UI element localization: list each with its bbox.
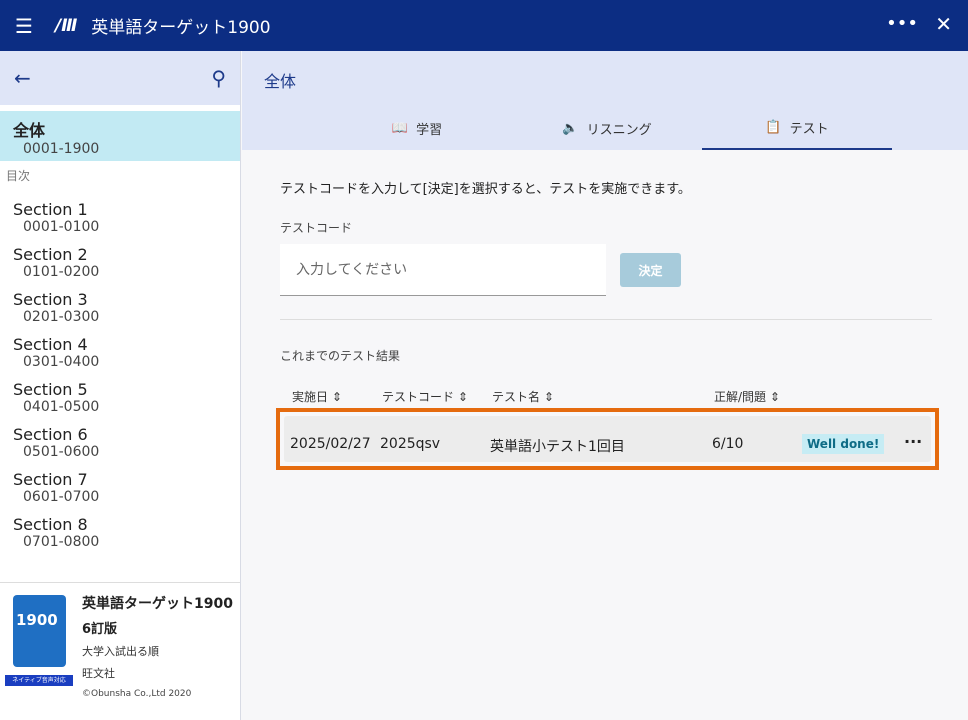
clipboard-check-icon: 📋 [765,120,781,135]
column-header-name[interactable]: テスト名 ⇕ [492,388,554,405]
item-range: 0601-0700 [23,489,227,505]
item-range: 0001-1900 [23,141,227,157]
item-name: Section 2 [13,245,227,264]
tab-listening[interactable]: 🔈 リスニング [512,107,702,150]
cell-name: 英単語小テスト1回目 [490,436,625,456]
book-subtitle: 大学入試出る順 [82,643,233,659]
sidebar-item-section[interactable]: Section 80701-0800 [0,509,240,554]
column-header-code[interactable]: テストコード ⇕ [382,388,468,405]
test-code-label: テストコード [280,219,352,236]
item-name: Section 4 [13,335,227,354]
speaker-icon: 🔈 [562,121,578,136]
column-header-score[interactable]: 正解/問題 ⇕ [714,388,780,405]
item-range: 0501-0600 [23,444,227,460]
item-name: Section 6 [13,425,227,444]
sidebar-item-section[interactable]: Section 20101-0200 [0,239,240,284]
more-options-icon[interactable]: ••• [886,13,918,34]
book-icon: 📖 [392,121,408,136]
title-bar: ☰ /Ⅲ 英単語ターゲット1900 ••• ✕ [0,0,968,51]
item-name: Section 1 [13,200,227,219]
main-panel: 全体 📖 学習 🔈 リスニング 📋 テスト テストコードを入力して[決定]を選択すると… [242,51,968,720]
item-name: 全体 [13,117,227,141]
sidebar-item-section[interactable]: Section 40301-0400 [0,329,240,374]
item-range: 0301-0400 [23,354,227,370]
results-label: これまでのテスト結果 [280,347,400,364]
cell-date: 2025/02/27 [290,436,371,452]
tab-label: リスニング [587,119,652,138]
tab-label: 学習 [416,119,442,138]
item-name: Section 5 [13,380,227,399]
page-title: 全体 [264,68,296,92]
tab-test[interactable]: 📋 テスト [702,107,892,150]
item-range: 0101-0200 [23,264,227,280]
cover-number: 1900 [16,611,58,629]
sidebar-item-section[interactable]: Section 10001-0100 [0,194,240,239]
table-row[interactable]: 2025/02/27 2025qsv 英単語小テスト1回目 6/10 Well … [276,408,939,470]
item-range: 0401-0500 [23,399,227,415]
section-list[interactable]: 全体 0001-1900 目次 Section 10001-0100Sectio… [0,111,240,582]
cell-code: 2025qsv [380,436,440,452]
sidebar: ← ⚲ 全体 0001-1900 目次 Section 10001-0100Se… [0,51,241,720]
item-range: 0701-0800 [23,534,227,550]
native-audio-badge: ネイティブ音声対応 [5,675,73,686]
item-range: 0001-0100 [23,219,227,235]
sidebar-item-all[interactable]: 全体 0001-1900 [0,111,240,161]
item-name: Section 7 [13,470,227,489]
book-cover-image: 1900 [13,595,66,667]
item-range: 0201-0300 [23,309,227,325]
close-icon[interactable]: ✕ [935,12,952,36]
tab-label: テスト [790,118,829,137]
divider [280,319,932,320]
column-header-date[interactable]: 実施日 ⇕ [292,388,342,405]
book-edition: 6訂版 [82,618,233,637]
sidebar-item-section[interactable]: Section 60501-0600 [0,419,240,464]
hamburger-menu-icon[interactable]: ☰ [15,14,35,38]
search-icon[interactable]: ⚲ [211,66,226,90]
toc-label: 目次 [0,161,240,194]
back-arrow-icon[interactable]: ← [14,66,31,90]
test-code-input[interactable] [280,244,606,296]
row-more-icon[interactable]: ··· [904,432,922,451]
result-badge: Well done! [802,434,884,454]
item-name: Section 3 [13,290,227,309]
cell-score: 6/10 [712,436,743,452]
sidebar-item-section[interactable]: Section 30201-0300 [0,284,240,329]
instructions: テストコードを入力して[決定]を選択すると、テストを実施できます。 [280,178,691,197]
book-publisher: 旺文社 [82,665,233,681]
book-info: 1900 ネイティブ音声対応 英単語ターゲット1900 6訂版 大学入試出る順 … [0,582,240,720]
copyright: ©Obunsha Co.,Ltd 2020 [82,689,233,699]
tab-study[interactable]: 📖 学習 [322,107,512,150]
submit-button[interactable]: 決定 [620,253,681,287]
sidebar-item-section[interactable]: Section 70601-0700 [0,464,240,509]
app-title: 英単語ターゲット1900 [91,13,270,38]
sidebar-item-section[interactable]: Section 50401-0500 [0,374,240,419]
item-name: Section 8 [13,515,227,534]
app-logo-icon: /Ⅲ [55,16,77,36]
book-title: 英単語ターゲット1900 [82,595,233,614]
